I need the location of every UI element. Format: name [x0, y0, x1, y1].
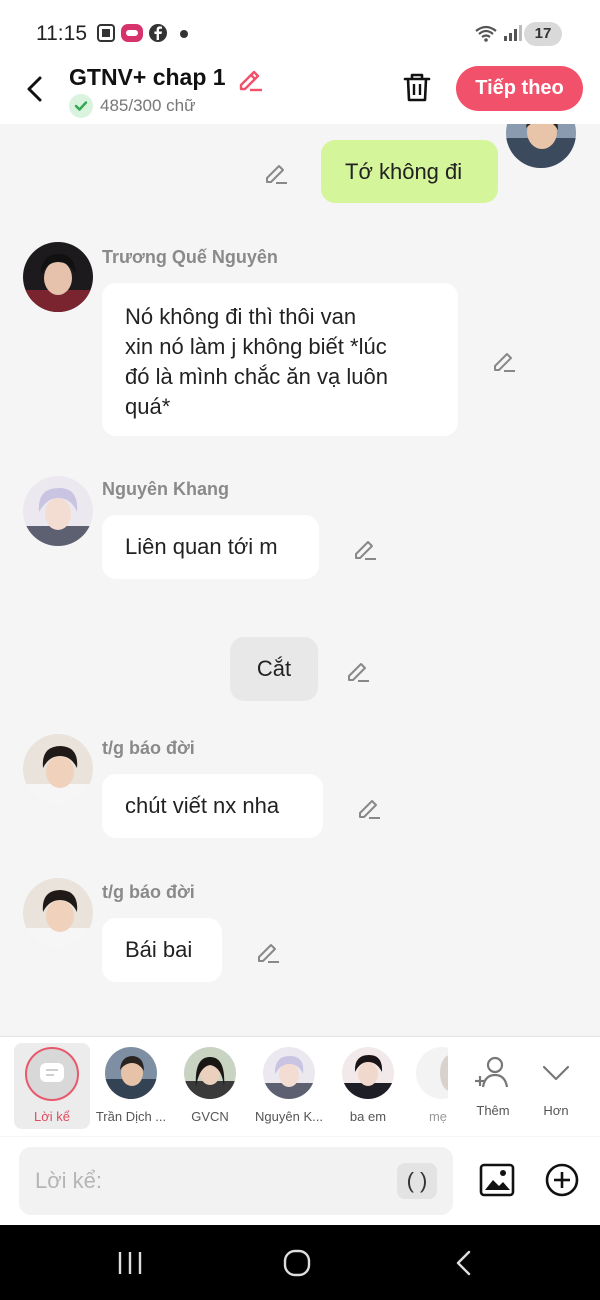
edit-title-icon[interactable] [236, 64, 264, 92]
message-bubble-me[interactable]: Tớ không đi [321, 140, 498, 203]
character-avatar [184, 1047, 236, 1099]
notification-dot [180, 30, 188, 38]
message-input[interactable] [35, 1163, 395, 1199]
chat-bubble-icon [40, 1063, 64, 1082]
character-avatar [416, 1047, 448, 1099]
edit-message-icon[interactable] [345, 657, 371, 683]
narration-text: Cắt [256, 656, 292, 681]
more-characters-button[interactable]: Hơn [516, 1043, 596, 1129]
narrator-avatar [25, 1047, 79, 1101]
character-avatar [105, 1047, 157, 1099]
message-text: Bái bai [125, 937, 193, 962]
delete-icon[interactable] [400, 70, 434, 104]
sender-name: Nguyên Khang [102, 479, 230, 499]
chapter-title: GTNV+ chap 1 [69, 64, 226, 90]
message-input-box: ( ) [19, 1147, 453, 1215]
status-bar: 11:15 17 [0, 0, 600, 62]
character-label: ba em [349, 1109, 387, 1124]
avatar-me [506, 124, 576, 168]
character-label: mẹ [428, 1109, 448, 1124]
edit-message-icon[interactable] [491, 347, 517, 373]
character-selector: Lời kể Trần Dịch ... GVCN Nguyên K... ba… [0, 1036, 600, 1136]
next-button[interactable]: Tiếp theo [456, 66, 583, 111]
home-icon[interactable] [277, 1247, 317, 1279]
message-bubble[interactable]: Bái bai [102, 918, 222, 982]
sender-name: Trương Quế Nguyên [102, 247, 278, 267]
message-text-line: quá* [125, 394, 171, 419]
message-text-line: đó là mình chắc ăn vạ luôn [125, 364, 388, 389]
app-header: GTNV+ chap 1 485/300 chữ Tiếp theo [0, 62, 600, 124]
character-me[interactable]: mẹ [402, 1043, 448, 1129]
edit-message-icon[interactable] [352, 535, 378, 561]
battery-indicator: 17 [524, 22, 562, 46]
character-label: GVCN [191, 1109, 229, 1124]
image-icon[interactable] [479, 1162, 515, 1198]
edit-message-icon[interactable] [356, 794, 382, 820]
status-time: 11:15 [36, 22, 87, 45]
character-avatar [263, 1047, 315, 1099]
signal-icon [504, 25, 522, 41]
wifi-icon [475, 25, 497, 42]
chat-area[interactable]: Tớ không đi Trương Quế Nguyên Nó không đ… [0, 124, 600, 1036]
message-bubble[interactable]: Liên quan tới m [102, 515, 319, 579]
word-count: 485/300 chữ [100, 96, 196, 115]
narration-bubble[interactable]: Cắt [230, 637, 318, 701]
avatar-truong-que-nguyen[interactable] [23, 242, 93, 312]
composer: ( ) [0, 1137, 600, 1225]
character-label: Nguyên K... [255, 1109, 323, 1124]
character-label: Trần Dịch ... [95, 1109, 167, 1124]
character-avatar [342, 1047, 394, 1099]
parenthesis-button[interactable]: ( ) [397, 1163, 437, 1199]
message-bubble[interactable]: chút viết nx nha [102, 774, 323, 838]
screenshot-icon [97, 24, 115, 42]
recent-apps-icon[interactable] [110, 1247, 150, 1279]
character-label: Lời kể [34, 1109, 70, 1124]
sender-name: t/g báo đời [102, 882, 195, 902]
back-button[interactable] [20, 72, 50, 106]
character-narrator[interactable]: Lời kể [14, 1043, 90, 1129]
message-text: chút viết nx nha [125, 793, 280, 818]
message-text-line: xin nó làm j không biết *lúc [125, 334, 387, 359]
edit-message-icon[interactable] [255, 938, 281, 964]
message-text: Tớ không đi [345, 159, 463, 184]
character-nguyen-khang[interactable]: Nguyên K... [249, 1043, 329, 1129]
check-icon [69, 94, 93, 118]
chevron-down-icon [542, 1065, 570, 1081]
character-tran-dich[interactable]: Trần Dịch ... [91, 1043, 171, 1129]
character-gvcn[interactable]: GVCN [170, 1043, 250, 1129]
edit-message-icon[interactable] [263, 159, 289, 185]
facebook-icon [149, 24, 167, 42]
avatar-tg-bao-doi[interactable] [23, 734, 93, 804]
system-nav-bar [0, 1225, 600, 1300]
message-bubble[interactable]: Nó không đi thì thôi van xin nó làm j kh… [102, 283, 458, 436]
more-characters-label: Hơn [543, 1103, 569, 1118]
avatar-nguyen-khang[interactable] [23, 476, 93, 546]
sender-name: t/g báo đời [102, 738, 195, 758]
avatar-tg-bao-doi[interactable] [23, 878, 93, 948]
add-icon[interactable] [544, 1162, 580, 1198]
message-text: Liên quan tới m [125, 534, 278, 559]
back-nav-icon[interactable] [445, 1247, 485, 1279]
message-text-line: Nó không đi thì thôi van [125, 304, 357, 329]
add-person-icon [475, 1056, 509, 1088]
lazada-icon [121, 24, 143, 42]
character-ba-em[interactable]: ba em [328, 1043, 408, 1129]
